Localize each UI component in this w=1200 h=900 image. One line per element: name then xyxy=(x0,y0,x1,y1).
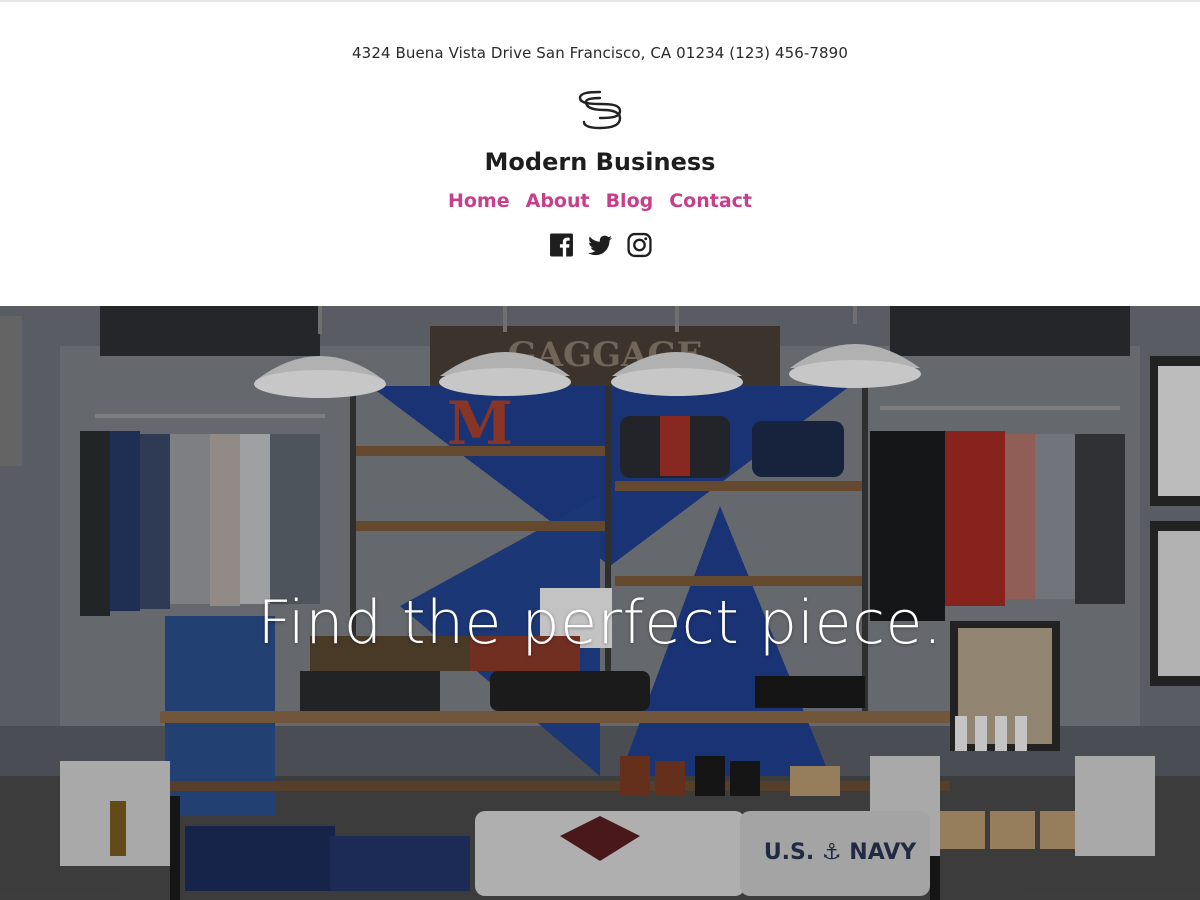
site-header: 4324 Buena Vista Drive San Francisco, CA… xyxy=(0,0,1200,306)
hero-title: Find the perfect piece. xyxy=(257,588,943,658)
social-links xyxy=(0,232,1200,258)
s-swirl-logo-icon[interactable] xyxy=(574,86,626,134)
main-nav: Home About Blog Contact xyxy=(0,190,1200,212)
facebook-link[interactable] xyxy=(549,232,574,258)
nav-blog[interactable]: Blog xyxy=(606,190,654,212)
nav-home[interactable]: Home xyxy=(448,190,510,212)
hero-banner: GAGGAGE M U.S. ⚓ NAVY Find the perfect p… xyxy=(0,306,1200,900)
twitter-icon xyxy=(587,235,612,256)
contact-address: 4324 Buena Vista Drive San Francisco, CA… xyxy=(352,44,848,62)
nav-contact[interactable]: Contact xyxy=(669,190,752,212)
site-title[interactable]: Modern Business xyxy=(0,148,1200,176)
instagram-link[interactable] xyxy=(626,232,652,258)
twitter-link[interactable] xyxy=(587,232,613,258)
nav-about[interactable]: About xyxy=(526,190,590,212)
facebook-icon xyxy=(549,233,573,257)
instagram-icon xyxy=(626,232,652,258)
